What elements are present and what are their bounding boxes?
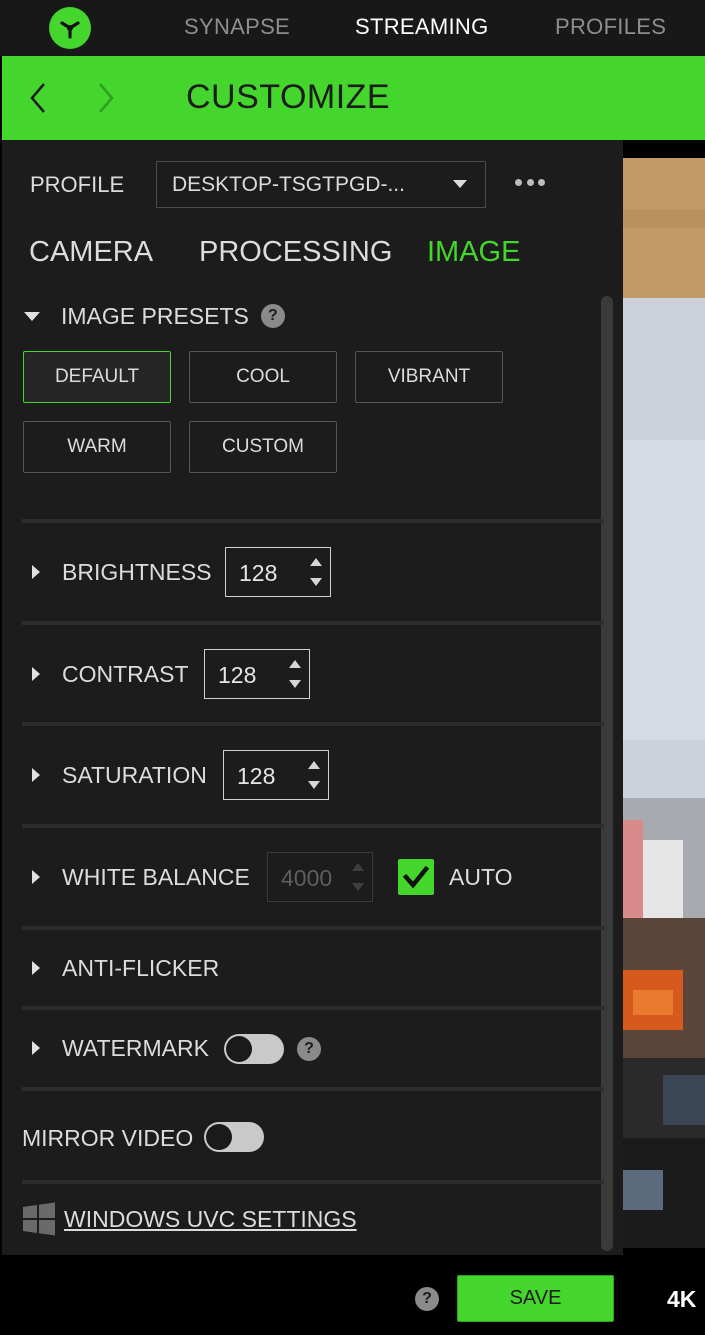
expand-triangle-icon[interactable] (32, 565, 40, 579)
back-arrow-icon[interactable] (24, 78, 54, 118)
razer-logo-icon[interactable] (49, 7, 91, 49)
decrement-arrow-icon[interactable] (289, 680, 301, 688)
contrast-stepper[interactable]: 128 (204, 649, 310, 699)
profile-label: PROFILE (30, 172, 125, 197)
decrement-arrow-icon (352, 883, 364, 891)
white-balance-value: 4000 (281, 865, 333, 891)
save-button[interactable]: SAVE (457, 1275, 614, 1322)
divider (22, 621, 604, 625)
windows-logo-icon (23, 1202, 55, 1236)
preset-warm-button[interactable]: WARM (23, 421, 171, 473)
contrast-row: CONTRAST (22, 654, 189, 694)
auto-label: AUTO (449, 864, 513, 890)
help-icon[interactable]: ? (260, 304, 285, 328)
contrast-label: CONTRAST (62, 660, 189, 687)
bottom-bar: ? SAVE 4K (0, 1255, 705, 1335)
decrement-arrow-icon[interactable] (310, 578, 322, 586)
top-nav: SYNAPSE STREAMING PROFILES (0, 0, 705, 56)
divider (22, 1087, 604, 1091)
increment-arrow-icon[interactable] (289, 660, 301, 668)
preset-custom-button[interactable]: CUSTOM (189, 421, 337, 473)
saturation-label: SATURATION (62, 761, 207, 788)
tab-camera[interactable]: CAMERA (29, 236, 153, 269)
help-icon[interactable]: ? (415, 1287, 439, 1311)
tab-image[interactable]: IMAGE (427, 236, 520, 269)
chevron-down-icon (453, 180, 467, 188)
white-balance-stepper: 4000 (267, 852, 373, 902)
preset-vibrant-button[interactable]: VIBRANT (355, 351, 503, 403)
tab-processing[interactable]: PROCESSING (199, 236, 392, 269)
divider (22, 926, 604, 930)
windows-uvc-settings-link[interactable]: WINDOWS UVC SETTINGS (64, 1206, 357, 1233)
watermark-row: WATERMARK (22, 1028, 209, 1068)
decrement-arrow-icon[interactable] (308, 781, 320, 789)
expand-triangle-icon[interactable] (32, 870, 40, 884)
watermark-label: WATERMARK (62, 1034, 209, 1061)
brightness-value: 128 (239, 560, 278, 586)
help-icon[interactable]: ? (297, 1037, 321, 1061)
mirror-video-label: MIRROR VIDEO (22, 1125, 194, 1151)
page-title: CUSTOMIZE (186, 78, 391, 116)
expand-triangle-icon[interactable] (32, 1041, 40, 1055)
preset-default-button[interactable]: DEFAULT (23, 351, 171, 403)
contrast-value: 128 (218, 662, 257, 688)
expand-triangle-icon[interactable] (32, 667, 40, 681)
nav-tab-profiles[interactable]: PROFILES (555, 14, 666, 40)
image-presets-header[interactable]: IMAGE PRESETS ? (24, 300, 285, 332)
expand-triangle-icon (24, 311, 40, 321)
profile-dropdown-value: DESKTOP-TSGTPGD-... (172, 173, 405, 196)
brightness-row: BRIGHTNESS (22, 552, 212, 592)
increment-arrow-icon (352, 863, 364, 871)
camera-preview (623, 140, 705, 1255)
white-balance-row: WHITE BALANCE (22, 857, 250, 897)
image-presets-title: IMAGE PRESETS (61, 302, 249, 329)
increment-arrow-icon[interactable] (310, 558, 322, 566)
divider (22, 824, 604, 828)
preset-cool-button[interactable]: COOL (189, 351, 337, 403)
camera-preview-image (623, 158, 705, 1248)
anti-flicker-row[interactable]: ANTI-FLICKER (22, 948, 219, 988)
mirror-video-toggle[interactable] (204, 1122, 264, 1152)
toggle-knob (226, 1036, 252, 1062)
saturation-stepper[interactable]: 128 (223, 750, 329, 800)
white-balance-label: WHITE BALANCE (62, 863, 250, 890)
increment-arrow-icon[interactable] (308, 761, 320, 769)
triskelion-icon (60, 21, 80, 39)
profile-dropdown[interactable]: DESKTOP-TSGTPGD-... (156, 161, 486, 208)
settings-panel: PROFILE DESKTOP-TSGTPGD-... CAMERA PROCE… (2, 140, 623, 1255)
nav-tab-synapse[interactable]: SYNAPSE (184, 14, 290, 40)
checkmark-icon (402, 865, 430, 889)
anti-flicker-label: ANTI-FLICKER (62, 954, 220, 981)
scrollbar[interactable] (601, 296, 613, 1251)
expand-triangle-icon[interactable] (32, 961, 40, 975)
divider (22, 519, 604, 523)
resolution-label: 4K (667, 1286, 697, 1312)
expand-triangle-icon[interactable] (32, 768, 40, 782)
watermark-toggle[interactable] (224, 1034, 284, 1064)
forward-arrow-icon[interactable] (90, 78, 120, 118)
more-options-icon[interactable] (512, 171, 548, 193)
divider (22, 722, 604, 726)
auto-white-balance-checkbox[interactable] (398, 859, 434, 895)
page-header: CUSTOMIZE (2, 56, 705, 140)
nav-tab-streaming[interactable]: STREAMING (355, 14, 489, 40)
toggle-knob (206, 1124, 232, 1150)
divider (22, 1180, 604, 1184)
brightness-stepper[interactable]: 128 (225, 547, 331, 597)
saturation-value: 128 (237, 763, 276, 789)
saturation-row: SATURATION (22, 755, 207, 795)
brightness-label: BRIGHTNESS (62, 558, 212, 585)
divider (22, 1006, 604, 1010)
